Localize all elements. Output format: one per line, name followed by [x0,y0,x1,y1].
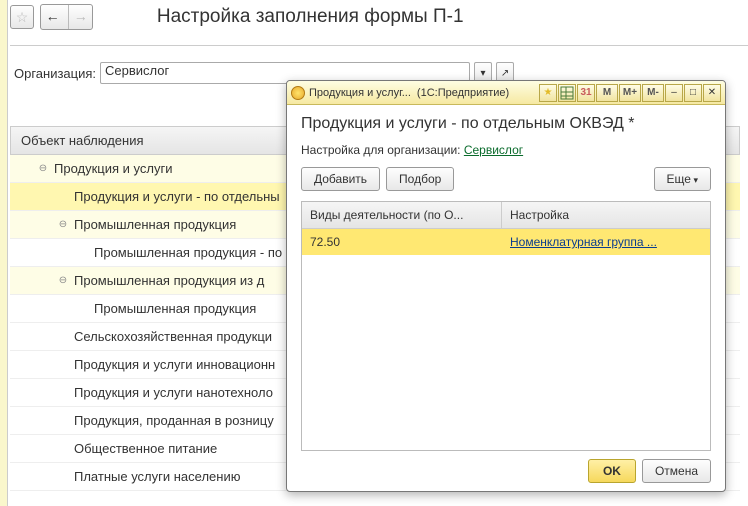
tree-row-label: Промышленная продукция [74,217,236,232]
dialog-org-link[interactable]: Сервислог [464,143,523,157]
nav-back-button[interactable]: ← [41,5,65,29]
dialog-titlebar: Продукция и услуг... (1С:Предприятие) ★ … [287,81,725,105]
dialog-heading: Продукция и услуги - по отдельным ОКВЭД … [301,115,711,133]
tree-row-label: Промышленная продукция из д [74,273,264,288]
page-title: Настройка заполнения формы П-1 [157,6,464,28]
tree-row-label: Платные услуги населению [74,469,240,484]
dialog-title-1: Продукция и услуг... [309,87,411,99]
dialog-title-2: (1С:Предприятие) [417,87,509,99]
memory-m-button[interactable]: M [596,84,618,102]
topbar: ☆ ← → Настройка заполнения формы П-1 [10,4,748,46]
grid-col-activity[interactable]: Виды деятельности (по О... [302,202,502,228]
dialog-footer: OK Отмена [301,451,711,483]
maximize-button[interactable]: □ [684,84,702,102]
more-button[interactable]: Еще [654,167,711,191]
memory-mplus-button[interactable]: M+ [619,84,641,102]
dialog-org-line: Настройка для организации: Сервислог [301,143,711,157]
nav-forward-button[interactable]: → [68,5,92,29]
tree-expander-icon[interactable]: ⊖ [58,219,68,230]
calendar-icon[interactable]: 31 [577,84,595,102]
tree-expander-icon[interactable]: ⊖ [38,163,48,174]
tree-row-label: Продукция и услуги инновационн [74,357,275,372]
add-button[interactable]: Добавить [301,167,380,191]
tree-row-label: Сельскохозяйственная продукци [74,329,272,344]
tree-expander-icon[interactable]: ⊖ [58,275,68,286]
nav-group: ← → [40,4,94,30]
dialog-okved: Продукция и услуг... (1С:Предприятие) ★ … [286,80,726,492]
grid-header: Виды деятельности (по О... Настройка [302,202,710,229]
pick-button[interactable]: Подбор [386,167,454,191]
app-1c-icon [291,86,305,100]
grid-row[interactable]: 72.50 Номенклатурная группа ... [302,229,710,255]
table-icon[interactable] [558,84,576,102]
dialog-toolbar: Добавить Подбор Еще [301,167,711,191]
grid-cell-code: 72.50 [302,229,502,255]
org-label: Организация: [14,66,96,81]
okved-grid: Виды деятельности (по О... Настройка 72.… [301,201,711,451]
grid-rows: 72.50 Номенклатурная группа ... [302,229,710,450]
memory-mminus-button[interactable]: M- [642,84,664,102]
tree-row-label: Промышленная продукция [94,301,256,316]
cancel-button[interactable]: Отмена [642,459,711,483]
tree-row-label: Продукция и услуги [54,161,172,176]
tree-row-label: Продукция, проданная в розницу [74,413,274,428]
grid-col-setting[interactable]: Настройка [502,202,710,228]
bookmark-button[interactable]: ☆ [10,5,34,29]
favorite-icon[interactable]: ★ [539,84,557,102]
dialog-org-prefix: Настройка для организации: [301,143,464,157]
ok-button[interactable]: OK [588,459,636,483]
grid-cell-link[interactable]: Номенклатурная группа ... [502,229,710,255]
tree-row-label: Промышленная продукция - по [94,245,282,260]
minimize-button[interactable]: – [665,84,683,102]
tree-row-label: Продукция и услуги - по отдельны [74,189,280,204]
app-left-stripe [0,0,8,506]
tree-row-label: Продукция и услуги нанотехноло [74,385,273,400]
dialog-body: Продукция и услуги - по отдельным ОКВЭД … [287,105,725,491]
tree-row-label: Общественное питание [74,441,217,456]
close-button[interactable]: ✕ [703,84,721,102]
titlebar-tool-buttons: ★ 31 M M+ M- – □ ✕ [539,84,721,102]
